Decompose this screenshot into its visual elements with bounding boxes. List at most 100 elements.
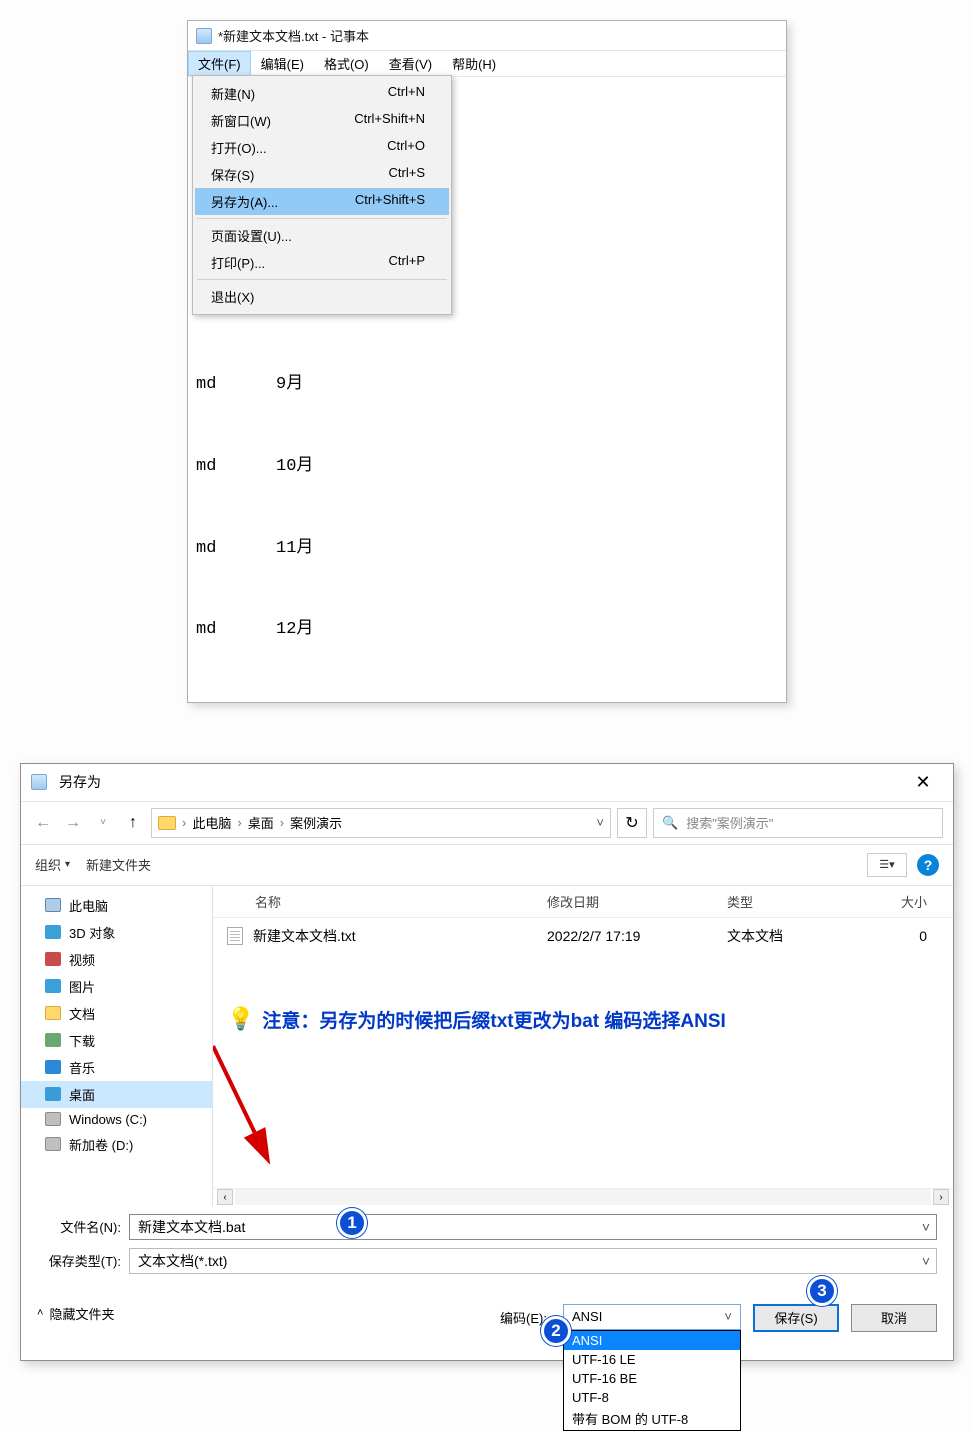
nav-up-icon[interactable]: ↑ — [121, 814, 145, 832]
chevron-down-icon[interactable]: ˅ — [91, 817, 115, 828]
tree-item-documents[interactable]: 文档 — [21, 1000, 212, 1027]
encoding-option[interactable]: 带有 BOM 的 UTF-8 — [564, 1407, 740, 1430]
scroll-track[interactable] — [235, 1189, 931, 1205]
notepad-app-icon — [196, 28, 212, 44]
notepad-titlebar[interactable]: *新建文本文档.txt - 记事本 — [188, 21, 786, 51]
filetype-value: 文本文档(*.txt) — [138, 1251, 227, 1271]
window-title: *新建文本文档.txt - 记事本 — [218, 26, 369, 45]
pictures-icon — [45, 979, 61, 993]
help-icon[interactable]: ? — [917, 854, 939, 876]
tree-item-thispc[interactable]: 此电脑 — [21, 892, 212, 919]
chevron-down-icon[interactable]: ▾ — [65, 859, 70, 870]
menu-item-print[interactable]: 打印(P)... Ctrl+P — [195, 249, 449, 276]
encoding-select[interactable]: ANSI ˅ — [563, 1304, 741, 1330]
new-folder-button[interactable]: 新建文件夹 — [86, 855, 151, 874]
menu-separator — [197, 218, 447, 219]
text-file-icon — [227, 927, 243, 945]
save-button-wrapper: 3 保存(S) — [753, 1304, 839, 1332]
tree-item-videos[interactable]: 视频 — [21, 946, 212, 973]
menu-shortcut: Ctrl+O — [387, 138, 425, 157]
column-name[interactable]: 名称 — [227, 892, 547, 911]
breadcrumb-item[interactable]: 桌面 — [248, 813, 274, 832]
encoding-option[interactable]: UTF-16 BE — [564, 1369, 740, 1388]
column-date[interactable]: 修改日期 — [547, 892, 727, 911]
menu-file[interactable]: 文件(F) — [188, 51, 251, 76]
encoding-option[interactable]: UTF-8 — [564, 1388, 740, 1407]
refresh-icon[interactable]: ↻ — [617, 808, 647, 838]
file-row[interactable]: 新建文本文档.txt 2022/2/7 17:19 文本文档 0 — [213, 918, 953, 954]
menu-label: 保存(S) — [211, 165, 254, 184]
menu-help[interactable]: 帮助(H) — [442, 51, 506, 76]
hide-folders-toggle[interactable]: ˄ 隐藏文件夹 — [37, 1304, 114, 1323]
editor-line: md10月 — [196, 453, 778, 480]
pc-icon — [45, 898, 61, 912]
menu-item-saveas[interactable]: 另存为(A)... Ctrl+Shift+S — [195, 188, 449, 215]
horizontal-scrollbar[interactable]: ‹ › — [213, 1188, 953, 1206]
view-mode-button[interactable]: ☰▾ — [867, 853, 907, 877]
menu-item-save[interactable]: 保存(S) Ctrl+S — [195, 161, 449, 188]
list-header[interactable]: 名称 修改日期 类型 大小 — [213, 886, 953, 918]
drive-icon — [45, 1112, 61, 1126]
nav-back-icon[interactable]: ← — [31, 814, 55, 832]
menu-format[interactable]: 格式(O) — [314, 51, 379, 76]
nav-forward-icon[interactable]: → — [61, 814, 85, 832]
filename-input[interactable]: 新建文本文档.bat ˅ — [129, 1214, 937, 1240]
annotation-text: 注意：另存为的时候把后缀txt更改为bat 编码选择ANSI — [262, 1006, 725, 1033]
cancel-button[interactable]: 取消 — [851, 1304, 937, 1332]
chevron-down-icon[interactable]: ˅ — [922, 1253, 930, 1269]
scroll-left-icon[interactable]: ‹ — [217, 1189, 233, 1205]
chevron-right-icon: › — [182, 815, 186, 830]
organize-button[interactable]: 组织 — [35, 855, 61, 874]
file-date: 2022/2/7 17:19 — [547, 928, 727, 944]
breadcrumb-item[interactable]: 案例演示 — [290, 813, 342, 832]
save-as-dialog: 另存为 ✕ ← → ˅ ↑ › 此电脑 › 桌面 › 案例演示 ˅ ↻ 🔍 搜索… — [20, 763, 954, 1361]
column-size[interactable]: 大小 — [847, 892, 927, 911]
scroll-right-icon[interactable]: › — [933, 1189, 949, 1205]
menu-edit[interactable]: 编辑(E) — [251, 51, 314, 76]
drive-icon — [45, 1137, 61, 1151]
menu-view[interactable]: 查看(V) — [379, 51, 442, 76]
filetype-select[interactable]: 文本文档(*.txt) ˅ — [129, 1248, 937, 1274]
lightbulb-icon: 💡 — [227, 1006, 254, 1032]
step-badge-3: 3 — [807, 1276, 837, 1306]
menu-item-exit[interactable]: 退出(X) — [195, 283, 449, 310]
music-icon — [45, 1060, 61, 1074]
menu-shortcut: Ctrl+P — [389, 253, 425, 272]
encoding-wrapper: 2 ANSI ˅ ANSI UTF-16 LE UTF-16 BE UTF-8 … — [563, 1304, 741, 1330]
close-icon[interactable]: ✕ — [903, 772, 943, 793]
file-list: 名称 修改日期 类型 大小 新建文本文档.txt 2022/2/7 17:19 … — [213, 886, 953, 1206]
editor-line: md11月 — [196, 535, 778, 562]
tree-item-desktop[interactable]: 桌面 — [21, 1081, 212, 1108]
toolbar: 组织 ▾ 新建文件夹 ☰▾ ? — [21, 844, 953, 886]
objects3d-icon — [45, 925, 61, 939]
step-badge-2: 2 — [541, 1316, 571, 1346]
dialog-body: 此电脑 3D 对象 视频 图片 文档 下载 音乐 桌面 Windows (C:)… — [21, 886, 953, 1206]
breadcrumb-item[interactable]: 此电脑 — [192, 813, 231, 832]
search-input[interactable]: 🔍 搜索"案例演示" — [653, 808, 943, 838]
menu-item-pagesetup[interactable]: 页面设置(U)... — [195, 222, 449, 249]
editor-line: md9月 — [196, 371, 778, 398]
menu-item-newwindow[interactable]: 新窗口(W) Ctrl+Shift+N — [195, 107, 449, 134]
breadcrumb[interactable]: › 此电脑 › 桌面 › 案例演示 ˅ — [151, 808, 611, 838]
save-button[interactable]: 保存(S) — [753, 1304, 839, 1332]
menu-item-new[interactable]: 新建(N) Ctrl+N — [195, 80, 449, 107]
menu-item-open[interactable]: 打开(O)... Ctrl+O — [195, 134, 449, 161]
tree-item-cdrive[interactable]: Windows (C:) — [21, 1108, 212, 1131]
saveas-titlebar[interactable]: 另存为 ✕ — [21, 764, 953, 802]
column-type[interactable]: 类型 — [727, 892, 847, 911]
dialog-footer: ˄ 隐藏文件夹 编码(E): 2 ANSI ˅ ANSI UTF-16 LE U… — [21, 1286, 953, 1360]
tree-item-downloads[interactable]: 下载 — [21, 1027, 212, 1054]
tree-item-3dobjects[interactable]: 3D 对象 — [21, 919, 212, 946]
chevron-down-icon[interactable]: ˅ — [922, 1219, 930, 1235]
encoding-label: 编码(E): — [500, 1308, 547, 1327]
documents-icon — [45, 1006, 61, 1020]
tree-item-pictures[interactable]: 图片 — [21, 973, 212, 1000]
menu-shortcut: Ctrl+N — [388, 84, 425, 103]
encoding-option[interactable]: UTF-16 LE — [564, 1350, 740, 1369]
chevron-down-icon[interactable]: ˅ — [724, 1309, 732, 1324]
tree-item-music[interactable]: 音乐 — [21, 1054, 212, 1081]
menu-label: 新窗口(W) — [211, 111, 271, 130]
tree-item-ddrive[interactable]: 新加卷 (D:) — [21, 1131, 212, 1158]
encoding-option[interactable]: ANSI — [564, 1331, 740, 1350]
chevron-down-icon[interactable]: ˅ — [596, 815, 604, 830]
